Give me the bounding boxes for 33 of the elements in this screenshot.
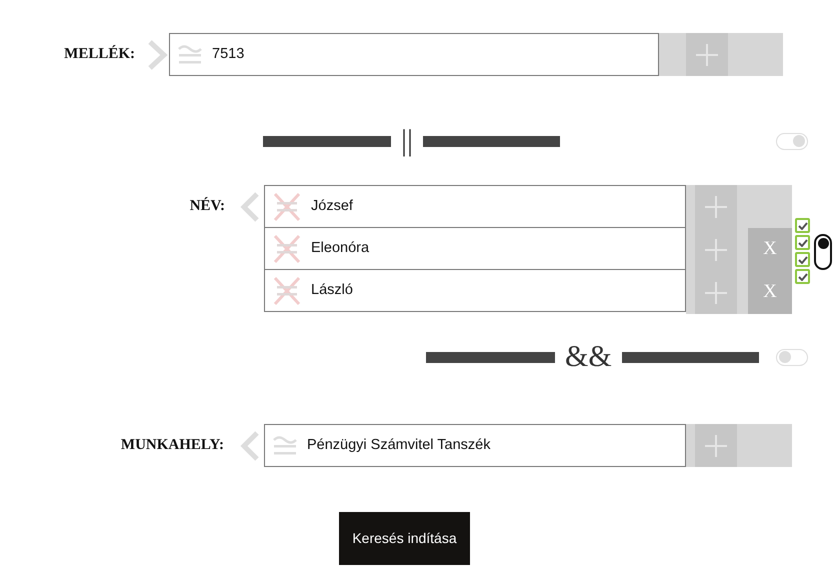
checkbox[interactable]: [795, 218, 810, 233]
input-field[interactable]: Eleonóra: [264, 227, 686, 270]
approx-icon: [178, 44, 202, 66]
chevron-icon[interactable]: [146, 38, 168, 72]
add-button[interactable]: [695, 424, 737, 467]
input-field[interactable]: József: [264, 185, 686, 228]
plus-icon: [704, 238, 728, 262]
chevron-icon[interactable]: [239, 190, 261, 224]
plus-icon: [704, 434, 728, 458]
field-label: NÉV:: [188, 196, 225, 216]
plus-icon: [704, 194, 728, 218]
crossed-icon: [273, 276, 301, 306]
plus-icon: [695, 42, 719, 66]
plus-icon: [704, 280, 728, 304]
field-label: MUNKAHELY:: [120, 436, 224, 455]
crossed-icon: [273, 192, 301, 222]
input-field[interactable]: Pénzügyi Számvitel Tanszék: [264, 424, 686, 467]
search-button[interactable]: Keresés indítása: [339, 512, 470, 565]
checkbox[interactable]: [795, 252, 810, 267]
approx-icon: [273, 434, 297, 456]
crossed-icon: [273, 234, 301, 264]
add-button[interactable]: [695, 271, 737, 314]
checkbox[interactable]: [795, 269, 810, 284]
input-field[interactable]: 7513: [169, 33, 659, 76]
add-button[interactable]: [686, 33, 728, 76]
operator-label: ||: [400, 126, 414, 156]
operator-label: &&: [564, 342, 613, 372]
input-field[interactable]: László: [264, 269, 686, 312]
toggle-switch[interactable]: [814, 234, 832, 270]
chevron-icon[interactable]: [239, 428, 261, 462]
field-label: MELLÉK:: [63, 44, 135, 64]
checkbox[interactable]: [795, 235, 810, 250]
add-button[interactable]: [695, 185, 737, 228]
